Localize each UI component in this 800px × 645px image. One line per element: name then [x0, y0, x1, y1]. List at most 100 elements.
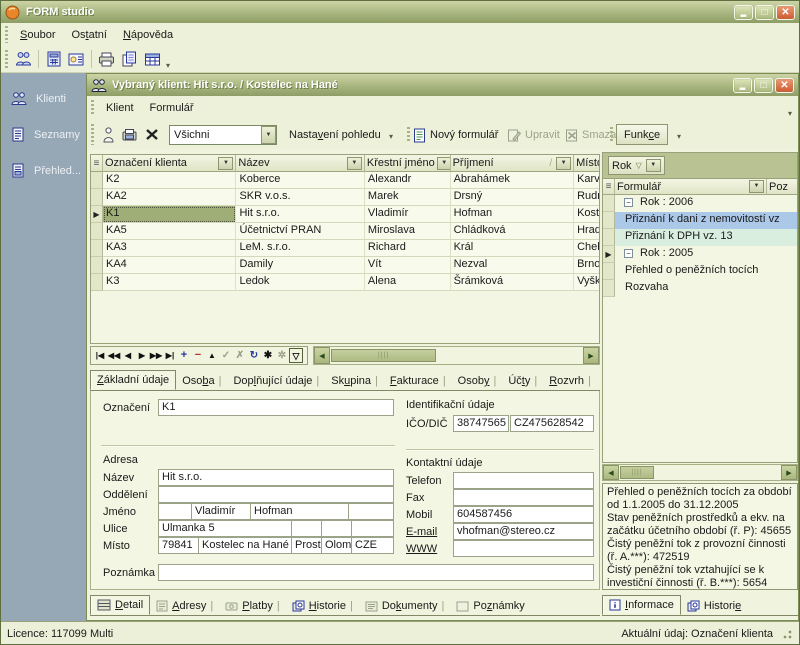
scroll-left-icon[interactable]: ◀	[314, 347, 330, 364]
prijmeni-field[interactable]: Hofman	[250, 503, 349, 520]
nav-goto-bookmark-button[interactable]: ✲	[275, 348, 289, 363]
tab-skupina[interactable]: Skupina|	[325, 372, 384, 390]
list-item[interactable]: Přiznání k DPH vz. 13	[603, 229, 797, 246]
titul-za-field[interactable]	[348, 503, 394, 520]
menu-soubor[interactable]: Soubor	[12, 26, 63, 44]
column-header-poznamka[interactable]: Poz	[767, 179, 797, 195]
stat-field[interactable]: CZE	[351, 537, 394, 554]
tab-zakladni-udaje[interactable]: Základní údaje	[90, 370, 176, 390]
menu-klient[interactable]: Klient	[98, 99, 142, 117]
table-row[interactable]: KA4 Damily Vít Nezval Brno	[91, 257, 599, 274]
tab-informace[interactable]: Informace	[602, 595, 681, 615]
tab-detail[interactable]: Detail	[90, 595, 150, 615]
column-header-nazev[interactable]: Název	[236, 155, 364, 172]
email-link-label[interactable]: E-mail	[406, 526, 437, 538]
minimize-button[interactable]	[733, 78, 752, 93]
copy-documents-icon[interactable]	[118, 48, 141, 71]
toolbar-grip[interactable]	[407, 127, 410, 143]
tab-dokumenty[interactable]: Dokumenty|	[359, 597, 451, 615]
list-item[interactable]: Přehled o peněžních tocích	[603, 263, 797, 280]
table-row[interactable]: KA3 LeM. s.r.o. Richard Král Cheb	[91, 240, 599, 257]
minimize-button[interactable]	[734, 5, 753, 20]
table-row-selected[interactable]: K1 Hit s.r.o. Vladimír Hofman Kost	[91, 206, 599, 223]
column-header-krestni[interactable]: Křestní jméno	[365, 155, 451, 172]
menu-overflow-icon[interactable]: ▾	[786, 109, 794, 118]
table-row[interactable]: KA5 Účetnictví PRAN Miroslava Chládková …	[91, 223, 599, 240]
column-header-oznaceni[interactable]: Označení klienta	[103, 155, 236, 172]
ulice-extra-field[interactable]	[351, 520, 394, 537]
nav-bookmark-button[interactable]: ✱	[261, 348, 275, 363]
collapse-icon[interactable]	[624, 198, 633, 207]
ulice-field[interactable]: Ulmanka 5	[158, 520, 292, 537]
menu-ostatni[interactable]: Ostatní	[63, 26, 114, 44]
collapse-icon[interactable]	[624, 249, 633, 258]
sidebar-item-prehled[interactable]: Přehled...	[1, 161, 86, 180]
chevron-down-icon[interactable]	[261, 126, 276, 144]
psc-field[interactable]: 79841	[158, 537, 199, 554]
tab-rozvrh[interactable]: Rozvrh|	[543, 372, 597, 390]
chevron-down-icon[interactable]	[646, 159, 661, 172]
nav-last-button[interactable]: ▶|	[163, 348, 177, 363]
scrollbar-thumb[interactable]: ||||	[331, 349, 436, 362]
restore-button[interactable]	[754, 78, 773, 93]
nav-first-button[interactable]: |◀	[93, 348, 107, 363]
resize-grip[interactable]	[781, 628, 793, 640]
currency-list-icon[interactable]	[65, 48, 88, 71]
filter-combobox[interactable]: Všichni	[169, 125, 277, 145]
scroll-right-icon[interactable]: ▶	[583, 347, 599, 364]
column-header-prijmeni[interactable]: Příjmení/	[451, 155, 575, 172]
jmeno-field[interactable]: Vladimír	[191, 503, 251, 520]
nav-delete-button[interactable]: −	[191, 348, 205, 363]
grid-corner-icon[interactable]	[603, 179, 615, 195]
ulice-extra-field[interactable]	[321, 520, 352, 537]
ulice-extra-field[interactable]	[291, 520, 322, 537]
maximize-button[interactable]	[755, 5, 774, 20]
table-row[interactable]: KA2 SKR v.o.s. Marek Drsný Rudn	[91, 189, 599, 206]
grid-corner-icon[interactable]	[91, 155, 103, 172]
toolbar-overflow-icon[interactable]: ▾	[164, 61, 172, 70]
toolbar-grip[interactable]	[5, 50, 8, 68]
close-button[interactable]	[775, 78, 794, 93]
column-filter-icon[interactable]	[347, 157, 362, 170]
sidebar-item-klienti[interactable]: Klienti	[1, 89, 86, 108]
nav-post-button[interactable]: ✓	[219, 348, 233, 363]
mobil-field[interactable]: 604587456	[453, 506, 594, 523]
column-header-formular[interactable]: Formulář	[615, 179, 767, 195]
poznamka-field[interactable]	[158, 564, 594, 581]
toolbar-overflow-icon[interactable]: ▾	[675, 132, 683, 141]
delete-x-icon[interactable]	[141, 123, 163, 146]
new-form-button[interactable]: Nový formulář	[413, 125, 498, 145]
kraj-field[interactable]: Olom	[321, 537, 352, 554]
functions-button[interactable]: Funkce	[616, 124, 668, 145]
column-filter-icon[interactable]	[218, 157, 233, 170]
okres-field[interactable]: Prost	[291, 537, 322, 554]
dic-field[interactable]: CZ475628542	[510, 415, 594, 432]
nav-prior-page-button[interactable]: ◀◀	[107, 348, 121, 363]
column-filter-icon[interactable]	[749, 180, 764, 193]
view-settings-button[interactable]: Nastavení pohledu	[283, 125, 387, 145]
toolbar-grip[interactable]	[610, 127, 613, 143]
www-field[interactable]	[453, 540, 594, 557]
column-filter-icon[interactable]	[556, 157, 571, 170]
menu-napoveda[interactable]: Nápověda	[115, 26, 181, 44]
nav-prior-button[interactable]: ◀	[121, 348, 135, 363]
nav-next-page-button[interactable]: ▶▶	[149, 348, 163, 363]
data-grid-icon[interactable]	[141, 48, 164, 71]
scrollbar-thumb[interactable]: ||||	[620, 466, 654, 479]
tab-poznamky[interactable]: Poznámky	[450, 597, 530, 615]
column-filter-icon[interactable]	[437, 157, 451, 170]
sidebar-item-seznamy[interactable]: Seznamy	[1, 125, 86, 144]
group-by-chip-rok[interactable]: Rok ▽	[608, 156, 665, 175]
nav-insert-button[interactable]: +	[177, 348, 191, 363]
nav-next-button[interactable]: ▶	[135, 348, 149, 363]
column-header-misto[interactable]: Místo	[574, 155, 599, 172]
nav-refresh-button[interactable]: ↻	[247, 348, 261, 363]
card-printer-icon[interactable]	[119, 123, 141, 146]
toolbar-grip[interactable]	[91, 124, 94, 144]
nav-cancel-button[interactable]: ✗	[233, 348, 247, 363]
scroll-right-icon[interactable]: ▶	[781, 465, 797, 480]
clients-icon[interactable]	[12, 48, 35, 71]
group-row[interactable]: Rok : 2006	[603, 195, 797, 212]
tab-osoby[interactable]: Osoby|	[452, 372, 503, 390]
filter-funnel-icon[interactable]: ▽	[289, 348, 303, 363]
